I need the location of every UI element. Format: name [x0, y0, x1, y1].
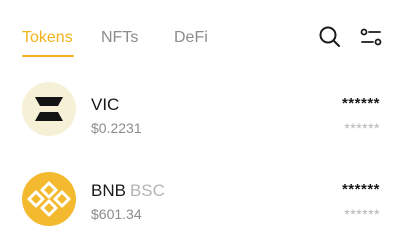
filter-sliders-icon: [360, 28, 382, 46]
asset-tabs: Tokens NFTs DeFi: [0, 0, 399, 64]
token-balance-hidden: ******: [341, 181, 380, 198]
active-tab-indicator: [22, 55, 74, 57]
token-value-hidden: ******: [344, 120, 380, 136]
tab-defi[interactable]: DeFi: [174, 28, 208, 48]
vic-logo-icon: [22, 82, 76, 136]
search-button[interactable]: [317, 24, 343, 50]
token-price: $0.2231: [91, 120, 142, 136]
token-network-badge: BSC: [129, 181, 165, 200]
token-row-vic[interactable]: VIC $0.2231 ****** ******: [0, 76, 399, 156]
token-value-hidden: ******: [344, 206, 380, 222]
bnb-logo-icon: [22, 172, 76, 226]
token-price: $601.34: [91, 206, 142, 222]
token-symbol: BNB: [91, 181, 126, 200]
token-row-bnb[interactable]: BNB BSC $601.34 ****** ******: [0, 162, 399, 242]
tab-tokens[interactable]: Tokens: [22, 28, 73, 48]
token-name: VIC: [91, 95, 119, 115]
token-balance-hidden: ******: [341, 95, 380, 112]
filter-button[interactable]: [358, 24, 384, 50]
tab-nfts[interactable]: NFTs: [101, 28, 138, 48]
token-name: BNB BSC: [91, 181, 165, 201]
token-symbol: VIC: [91, 95, 120, 114]
search-icon: [319, 26, 340, 47]
